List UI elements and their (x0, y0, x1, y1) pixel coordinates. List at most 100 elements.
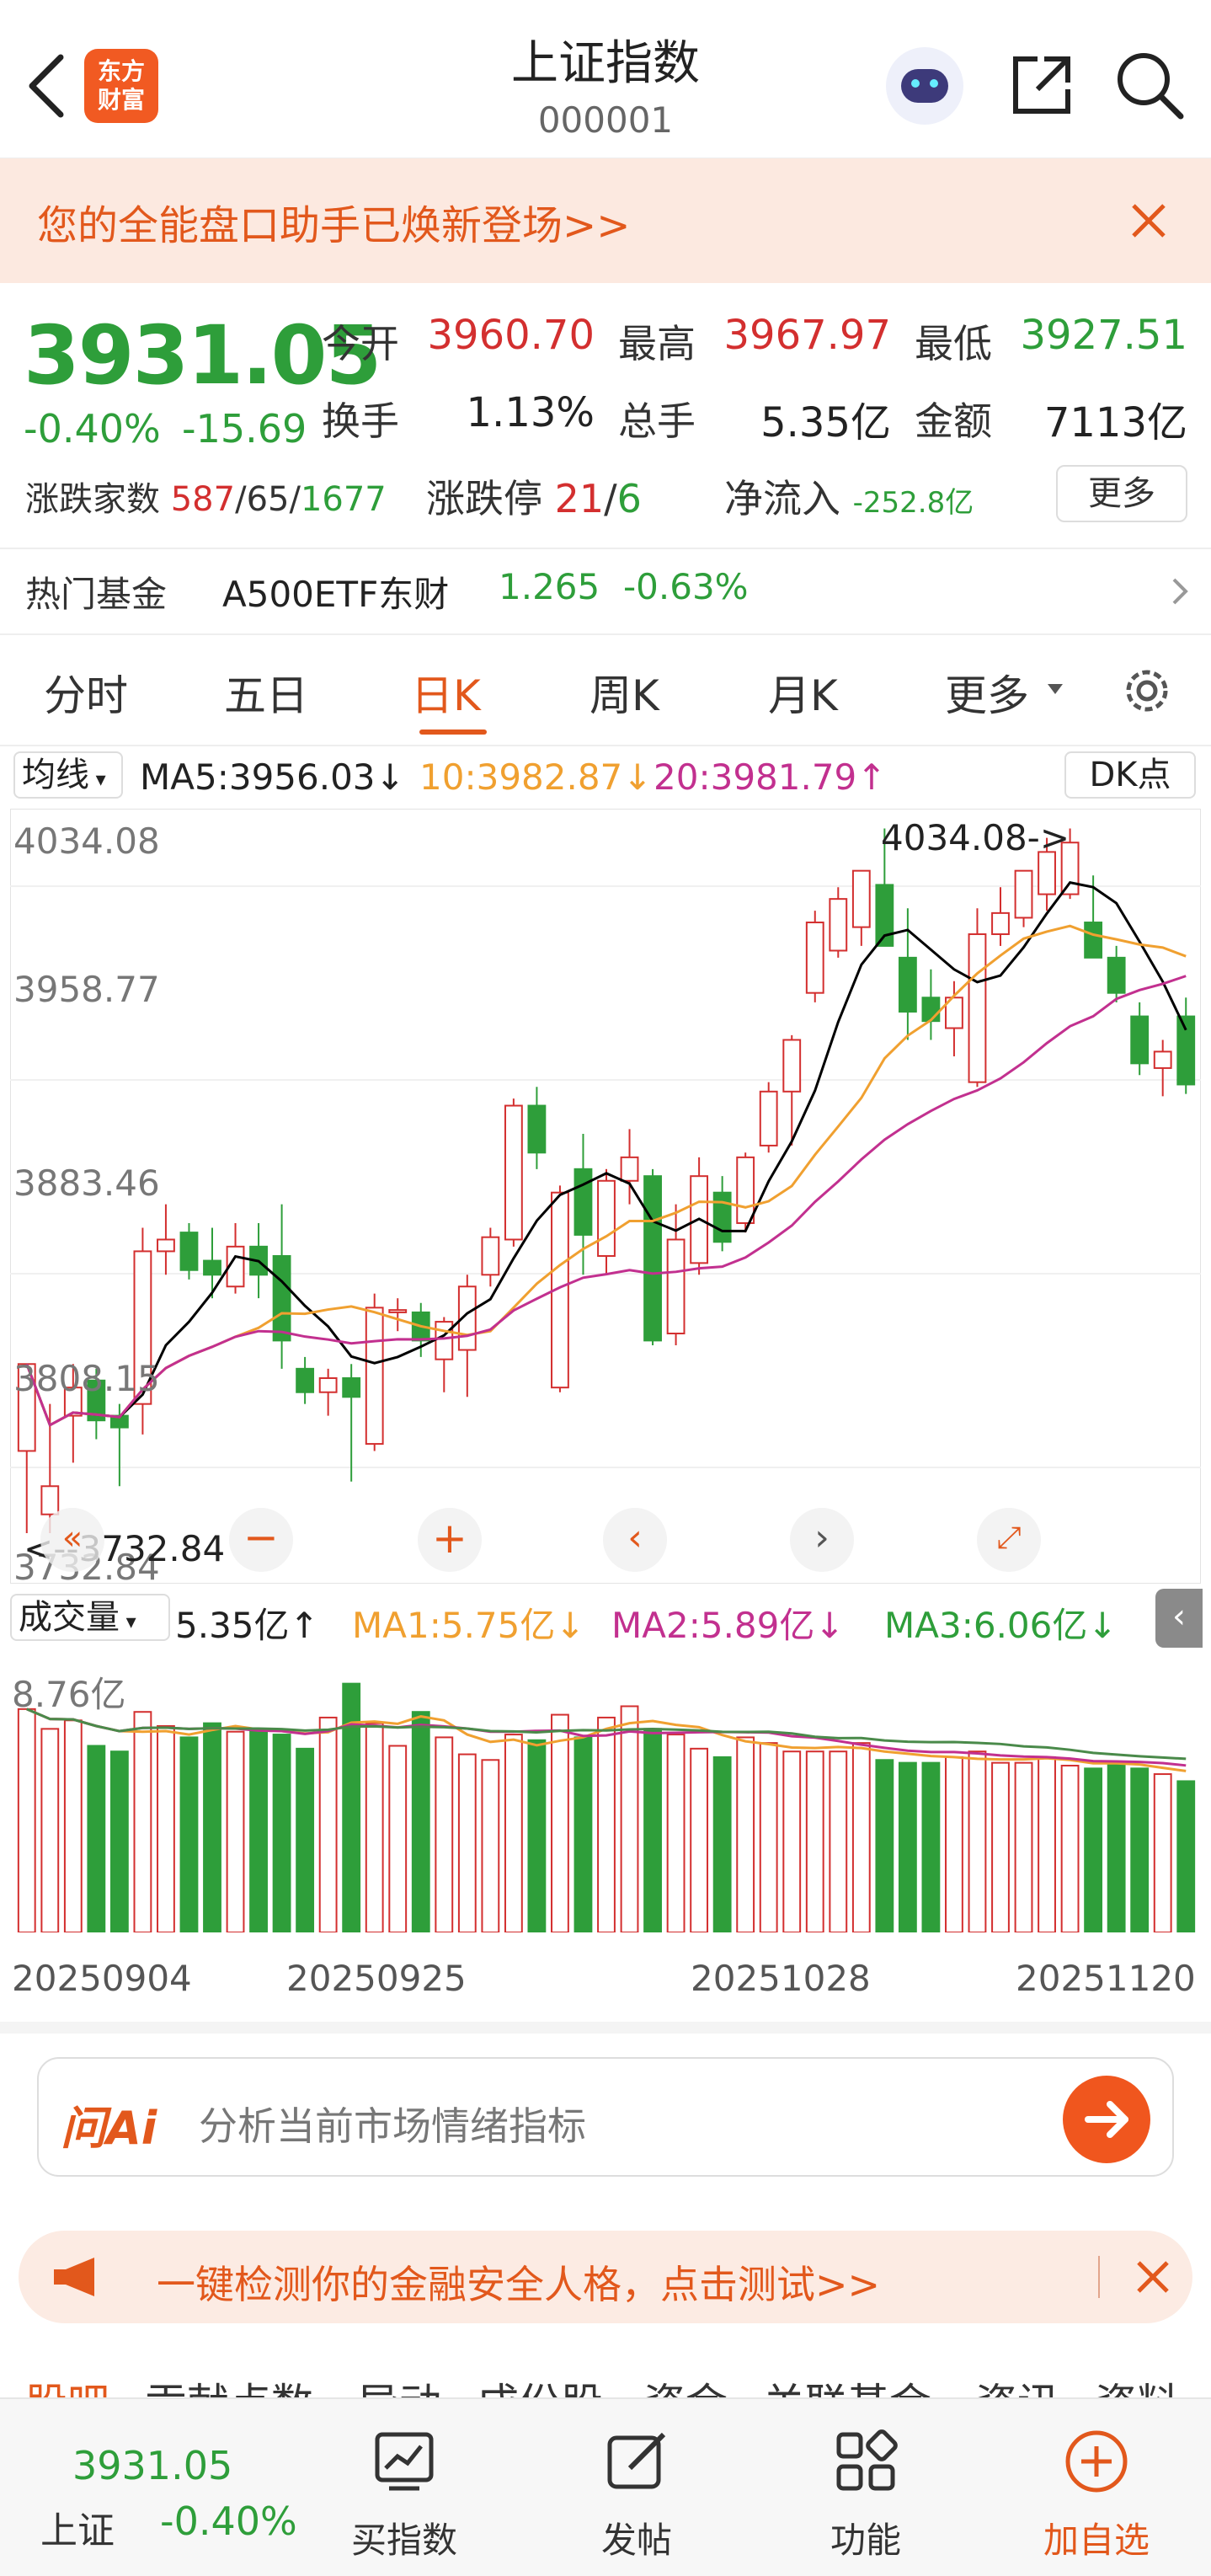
candle-body (1107, 956, 1126, 994)
candle-body (991, 911, 1010, 935)
buy-index-button[interactable]: 买指数 (337, 2399, 472, 2576)
volume-bar (226, 1730, 245, 1932)
more-button[interactable]: 更多 (1056, 465, 1187, 522)
dk-point-toggle[interactable]: DK点 (1064, 751, 1196, 799)
volume-bar (411, 1711, 430, 1932)
turnover-value: 1.13% (466, 389, 595, 436)
candle-body (736, 1156, 755, 1224)
fullscreen-button[interactable]: ⤢ (977, 1508, 1041, 1572)
divider (0, 548, 1211, 549)
bottom-price: 3931.05 (72, 2443, 233, 2488)
ma5-value: MA5:3956.03↓ (140, 756, 405, 798)
high-label: 最高 (618, 321, 696, 366)
date-label-4: 20251120 (1016, 1958, 1196, 1999)
netflow-value: -252.8亿 (852, 486, 974, 520)
turnover-label: 换手 (322, 398, 399, 444)
candle-body (481, 1236, 500, 1276)
tab-more[interactable]: 更多 (945, 662, 1029, 723)
volume-bar (898, 1761, 917, 1932)
low-value: 3927.51 (1020, 312, 1188, 359)
volume-bar (551, 1713, 569, 1932)
volume-bar (643, 1728, 662, 1932)
close-icon[interactable] (1134, 2258, 1172, 2296)
robot-avatar-icon[interactable] (886, 47, 963, 125)
volume-bar (573, 1736, 593, 1932)
volume-bar (782, 1750, 802, 1932)
share-icon[interactable] (1007, 51, 1076, 120)
volume-value: 5.35亿 (760, 399, 891, 446)
volume-bar (736, 1736, 755, 1932)
scroll-left-button[interactable]: « (40, 1508, 104, 1572)
volume-bar (712, 1756, 732, 1932)
volume-bar (597, 1716, 616, 1932)
candle-body (342, 1376, 361, 1398)
candle-body (968, 933, 987, 1083)
change-value: -15.69 (182, 406, 307, 452)
prev-button[interactable]: ‹ (603, 1508, 667, 1572)
volume-bar (388, 1745, 408, 1932)
hot-fund-name[interactable]: A500ETF东财 (222, 566, 449, 617)
candle-body (573, 1168, 593, 1236)
ai-prompt-input[interactable]: 分析当前市场情绪指标 (199, 2096, 586, 2151)
candle-body (898, 956, 917, 1013)
zoom-out-button[interactable]: − (229, 1508, 293, 1572)
volume-bar (63, 1719, 83, 1932)
section-spacer (0, 2022, 1211, 2034)
ma-selector[interactable]: 均线 ▾ (13, 751, 123, 799)
collapse-panel-button[interactable]: ‹ (1155, 1589, 1203, 1648)
post-button[interactable]: 发帖 (569, 2399, 704, 2576)
edit-icon (607, 2432, 666, 2489)
caret-down-icon[interactable] (1046, 682, 1064, 696)
volume-chart[interactable] (10, 1654, 1201, 1932)
ai-send-button[interactable] (1063, 2076, 1150, 2163)
volume-bar (504, 1734, 523, 1932)
hot-fund-price: 1.265 (499, 566, 600, 607)
volume-bar (1038, 1756, 1056, 1932)
tab-weekly-k[interactable]: 周K (589, 662, 659, 723)
volume-bar (620, 1705, 639, 1932)
volume-bar (249, 1728, 268, 1932)
volume-bar (87, 1745, 106, 1932)
candle-body (597, 1179, 616, 1257)
chevron-right-icon[interactable] (1171, 576, 1189, 607)
functions-button[interactable]: 功能 (798, 2399, 933, 2576)
volume-bar (365, 1722, 384, 1932)
tab-daily-k[interactable]: 日K (411, 662, 481, 723)
ai-ask-box[interactable]: 问Ai 分析当前市场情绪指标 (37, 2057, 1174, 2177)
candle-body (921, 997, 941, 1023)
volume-bar (342, 1682, 361, 1932)
candle-body (157, 1238, 175, 1253)
volume-bar (296, 1747, 315, 1932)
megaphone-icon (54, 2258, 94, 2296)
kline-chart[interactable] (10, 809, 1201, 1584)
volume-bar (1060, 1764, 1080, 1932)
breadth-label: 涨跌家数 (25, 480, 160, 519)
limit-down: 6 (616, 476, 642, 521)
gear-icon[interactable] (1118, 662, 1176, 719)
volume-selector[interactable]: 成交量 ▾ (10, 1594, 170, 1641)
vol-ma2: MA2:5.89亿↓ (611, 1605, 845, 1646)
candle-body (504, 1104, 523, 1241)
zoom-in-button[interactable]: + (418, 1508, 482, 1572)
notice-text[interactable]: 一键检测你的金融安全人格，点击测试>> (157, 2254, 880, 2310)
search-icon[interactable] (1113, 49, 1186, 121)
volume-bar (481, 1759, 500, 1932)
promo-banner-text[interactable]: 您的全能盘口助手已焕新登场>> (37, 192, 630, 251)
close-icon[interactable] (1128, 200, 1169, 241)
tab-five-day[interactable]: 五日 (224, 662, 308, 723)
y-label-3: 3883.46 (13, 1162, 160, 1204)
next-button[interactable]: › (790, 1508, 854, 1572)
candle-body (712, 1191, 732, 1243)
candle-body (643, 1175, 662, 1342)
date-label-3: 20251028 (691, 1958, 871, 1999)
active-tab-indicator (419, 730, 487, 735)
volume-bar (318, 1716, 338, 1932)
tab-intraday[interactable]: 分时 (44, 662, 128, 723)
volume-label: 总手 (618, 398, 696, 444)
promo-banner[interactable]: 您的全能盘口助手已焕新登场>> (0, 158, 1211, 283)
breadth-row: 涨跌家数 587/65/1677 (25, 480, 387, 519)
add-watchlist-button[interactable]: 加自选 (1029, 2399, 1164, 2576)
tab-monthly-k[interactable]: 月K (768, 662, 838, 723)
vol-ma1: MA1:5.75亿↓ (352, 1605, 585, 1646)
security-notice-banner[interactable]: 一键检测你的金融安全人格，点击测试>> (19, 2231, 1192, 2323)
